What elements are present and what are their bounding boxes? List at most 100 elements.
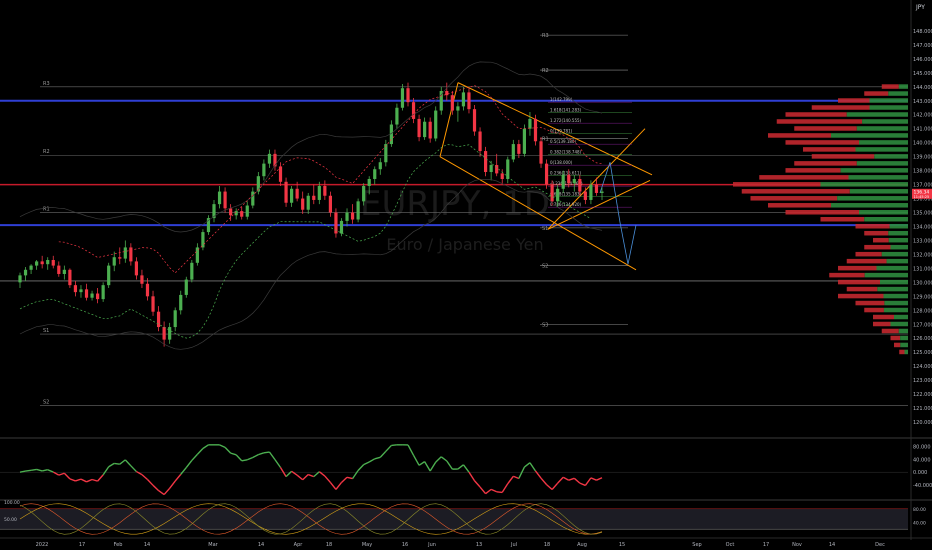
candle-body	[522, 128, 526, 154]
candle-body	[434, 110, 438, 139]
candle-body	[406, 88, 410, 103]
candle-body	[478, 131, 482, 152]
volume-bar-buy	[859, 140, 908, 145]
volume-bar-buy	[837, 196, 908, 201]
candle-body	[423, 121, 427, 138]
volume-bar-buy	[831, 203, 908, 208]
time-tick-label: Aug	[577, 542, 587, 548]
time-tick-label: Mar	[208, 542, 218, 548]
candle-body	[107, 265, 111, 286]
volume-bar-sell	[785, 112, 847, 117]
volume-bar-sell	[794, 126, 857, 131]
candle-body	[567, 174, 571, 184]
fib-level-label: 0.382(138.748)	[550, 150, 582, 155]
time-tick-label: May	[362, 542, 372, 548]
candle-body	[168, 327, 172, 340]
volume-bar-sell	[838, 279, 880, 285]
volume-bar-buy	[831, 133, 908, 138]
volume-bar-buy	[889, 223, 908, 229]
candle-body	[572, 178, 576, 184]
volume-bar-buy	[869, 105, 908, 110]
volume-bar-sell	[768, 203, 831, 208]
volume-bar-buy	[888, 91, 908, 96]
volume-bar-buy	[869, 98, 908, 103]
price-tick-label: 135.000	[913, 211, 932, 217]
osc1-segment	[25, 469, 32, 472]
candle-body	[472, 109, 477, 132]
volume-bar-sell	[855, 300, 885, 306]
candle-body	[284, 181, 288, 203]
volume-bar-sell	[768, 133, 831, 138]
candle-body	[312, 195, 316, 200]
time-tick-label: 16	[402, 542, 408, 548]
price-tick-label: 120.000	[913, 420, 932, 426]
volume-bar-buy	[883, 293, 908, 299]
candle-body	[201, 232, 205, 248]
volume-bar-sell	[873, 314, 894, 320]
volume-bar-buy	[862, 119, 908, 124]
candle-body	[323, 185, 327, 196]
volume-bar-buy	[900, 342, 908, 348]
volume-bar-sell	[881, 328, 899, 334]
candle-body	[23, 269, 28, 276]
volume-bar-buy	[904, 349, 908, 355]
price-tick-label: 127.000	[913, 322, 932, 328]
time-tick-label: 18	[326, 542, 332, 548]
time-tick-label: 14	[829, 542, 835, 548]
volume-bar-buy	[886, 258, 908, 264]
volume-bar-buy	[876, 265, 908, 271]
time-tick-label: Oct	[726, 542, 735, 548]
price-tick-label: 121.000	[913, 406, 932, 412]
time-tick-label: Apr	[294, 542, 304, 548]
chart-canvas[interactable]: EURJPY, 1D Euro / Japanese Yen R3R2R1S1S…	[0, 0, 932, 550]
candle-body	[295, 188, 299, 199]
time-tick-label: Sep	[692, 542, 701, 548]
candle-body	[317, 185, 321, 200]
price-tick-label: 125.000	[913, 350, 932, 356]
candle-body	[46, 260, 50, 265]
fib-level-label: -0.236(134.567)	[550, 181, 583, 186]
candle-body	[350, 212, 355, 220]
osc1-segment	[496, 491, 503, 494]
price-tick-label: 129.000	[913, 294, 932, 300]
fib-level-label: 1.618(141.283)	[550, 108, 582, 113]
candle-body	[561, 174, 565, 189]
candle-body	[528, 118, 532, 129]
pivot-label: R2	[43, 149, 50, 155]
candle-body	[51, 260, 55, 266]
volume-bar-buy	[848, 175, 908, 180]
candle-body	[240, 211, 244, 217]
candle-body	[129, 247, 133, 262]
candle-body	[123, 247, 127, 259]
candle-body	[262, 163, 266, 177]
time-tick-label: 13	[476, 542, 482, 548]
volume-bar-sell	[846, 258, 887, 264]
volume-bar-buy	[859, 210, 908, 215]
volume-bar-sell	[894, 342, 901, 348]
volume-bar-sell	[881, 84, 899, 89]
volume-bar-buy	[890, 244, 908, 250]
candle-body	[339, 220, 344, 234]
candle-body	[450, 95, 454, 111]
candle-body	[112, 257, 116, 266]
price-tick-label: 131.000	[913, 266, 932, 272]
fib-level-label: 0.236(135.611)	[550, 171, 582, 176]
candle-body	[594, 184, 599, 193]
time-tick-label: 15	[619, 542, 625, 548]
candle-body	[179, 294, 183, 311]
time-tick-label: Jul	[510, 542, 517, 548]
price-tick-label: 133.000	[913, 238, 932, 244]
price-tick-label: 134.000	[913, 224, 932, 230]
volume-bar-sell	[750, 196, 838, 201]
candle-body	[134, 261, 138, 276]
candle-body	[101, 285, 105, 300]
osc2-tick-label: 40.00	[913, 520, 926, 526]
price-tick-label: 144.000	[913, 85, 932, 91]
pivot-label: R3	[43, 81, 50, 87]
candle-body	[428, 121, 432, 139]
candle-body	[345, 212, 349, 221]
pivot-short-label: S2	[542, 264, 548, 270]
candle-body	[290, 188, 294, 203]
volume-bar-sell	[829, 272, 865, 278]
candle-body	[84, 289, 89, 298]
